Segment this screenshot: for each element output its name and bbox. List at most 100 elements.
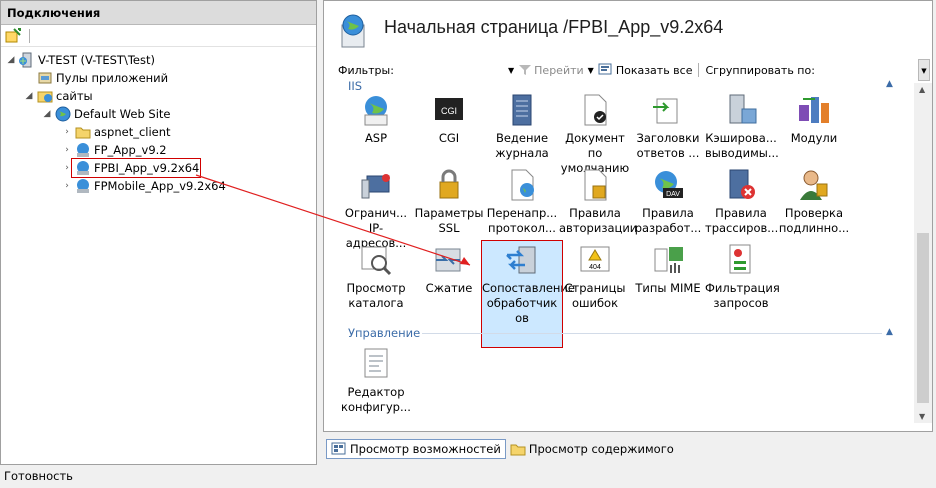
selected-node-highlight[interactable]: FPBI_App_v9.2x64 (70, 158, 202, 178)
collapse-icon[interactable]: ◢ (5, 55, 17, 65)
mime-types-icon (651, 243, 685, 277)
tab-content-view[interactable]: Просмотр содержимого (506, 439, 678, 459)
feature-handler-mappings[interactable]: Сопоставление обработчик ов (481, 240, 575, 348)
tree-node-server[interactable]: ◢ V-TEST (V-TEST\Test) (5, 51, 155, 69)
scroll-down-icon[interactable]: ▼ (919, 412, 925, 421)
feature-http-headers[interactable]: Заголовки ответов ... (632, 93, 704, 161)
tree-node-fpbi-app[interactable]: › FPBI_App_v9.2x64 (61, 158, 202, 178)
group-divider (422, 333, 882, 334)
feature-label: Типы MIME (635, 281, 701, 295)
feature-label: Кэширова... (705, 131, 777, 145)
tree-node-aspnet-client[interactable]: › aspnet_client (61, 123, 170, 141)
web-app-icon (75, 178, 91, 194)
configuration-editor-icon (359, 347, 393, 381)
feature-compression[interactable]: Сжатие (413, 243, 485, 296)
tree-node-fp-app[interactable]: › FP_App_v9.2 (61, 141, 167, 159)
feature-label: ASP (364, 131, 388, 145)
server-icon (19, 52, 35, 68)
feature-label: выводимы... (705, 146, 779, 160)
collapse-icon[interactable]: ◢ (23, 91, 35, 101)
feature-label: Параметры (414, 206, 484, 220)
request-filtering-icon (724, 243, 758, 277)
site-globe-icon (338, 13, 368, 49)
feature-request-filtering[interactable]: Фильтрация запросов (705, 243, 780, 311)
tree-node-fpmobile-app[interactable]: › FPMobile_App_v9.2x64 (61, 177, 226, 195)
expand-icon[interactable]: › (61, 127, 73, 137)
feature-ip-restrictions[interactable]: Огранич... IP-адресов... (340, 168, 412, 251)
compression-icon (432, 243, 466, 277)
asp-icon (359, 93, 393, 127)
feature-mime-types[interactable]: Типы MIME (632, 243, 704, 296)
feature-label: обработчик (486, 296, 558, 310)
modules-icon (797, 93, 831, 127)
funnel-icon (519, 65, 532, 75)
tree-node-app-pools[interactable]: Пулы приложений (23, 69, 168, 87)
tree-node-default-web-site[interactable]: ◢ Default Web Site (41, 105, 170, 123)
feature-label: авторизации (559, 221, 638, 235)
feature-directory-browsing[interactable]: Просмотр каталога (340, 243, 412, 311)
output-caching-icon (724, 93, 758, 127)
feature-label: журнала (495, 146, 549, 160)
default-document-icon (578, 93, 612, 127)
feature-label: Проверка (784, 206, 844, 220)
feature-error-pages[interactable]: 404 Страницы ошибок (559, 243, 631, 311)
feature-webdav[interactable]: DAV Правила разработ... (632, 168, 704, 236)
app-pool-icon (37, 70, 53, 86)
authentication-icon (797, 168, 831, 202)
feature-failed-request-tracing[interactable]: Правила трассиров... (705, 168, 779, 236)
feature-asp[interactable]: ASP (340, 93, 412, 146)
group-by-label[interactable]: Сгруппировать по: (705, 64, 814, 77)
feature-authorization-rules[interactable]: Правила авторизации (559, 168, 638, 236)
logging-icon (505, 93, 539, 127)
feature-label: конфигур... (341, 400, 411, 414)
feature-label: Фильтрация (705, 281, 780, 295)
filter-dropdown-icon[interactable]: ▼ (508, 66, 514, 75)
tab-features-view[interactable]: Просмотр возможностей (326, 439, 506, 459)
feature-logging[interactable]: Ведение журнала (486, 93, 558, 161)
expand-icon[interactable]: › (61, 181, 73, 191)
feature-ssl-settings[interactable]: Параметры SSL (413, 168, 485, 236)
feature-label: трассиров... (705, 221, 779, 235)
view-tabs: Просмотр возможностей Просмотр содержимо… (326, 438, 678, 460)
scroll-up-icon[interactable]: ▲ (919, 85, 925, 94)
feature-cgi[interactable]: CGI CGI (413, 93, 485, 146)
feature-redirect[interactable]: Перенапр... протокол... (486, 168, 558, 236)
connect-icon[interactable] (5, 27, 21, 44)
feature-label: Редактор (347, 385, 405, 399)
feature-label: Правила (569, 206, 621, 220)
toolbar-overflow-icon[interactable]: ▼ (918, 59, 930, 81)
http-headers-icon (651, 93, 685, 127)
collapse-group-icon[interactable]: ▲ (886, 79, 893, 89)
group-header-iis[interactable]: IIS (348, 79, 362, 93)
collapse-icon[interactable]: ◢ (41, 109, 53, 119)
expand-icon[interactable]: › (61, 145, 73, 155)
feature-authentication[interactable]: Проверка подлинно... (778, 168, 850, 236)
group-header-manage[interactable]: Управление (348, 326, 420, 340)
expand-icon[interactable]: › (61, 163, 73, 173)
tree-node-sites[interactable]: ◢ сайты (23, 87, 93, 105)
sites-folder-icon (37, 88, 53, 104)
collapse-group-icon[interactable]: ▲ (886, 327, 893, 337)
feature-label: Правила (715, 206, 767, 220)
features-view-icon (331, 442, 346, 455)
feature-modules[interactable]: Модули (778, 93, 850, 146)
go-button[interactable]: Перейти (518, 64, 584, 77)
feature-label: Сжатие (425, 281, 473, 295)
show-all-button[interactable]: Показать все (598, 63, 692, 77)
feature-label: ошибок (571, 296, 619, 310)
feature-label: Ведение (495, 131, 549, 145)
feature-configuration-editor[interactable]: Редактор конфигур... (340, 347, 412, 415)
cgi-icon: CGI (432, 93, 466, 127)
feature-label: CGI (438, 131, 460, 145)
feature-label: разработ... (634, 221, 702, 235)
feature-label: ов (515, 311, 529, 325)
feature-label: Просмотр (346, 281, 406, 295)
feature-output-caching[interactable]: Кэширова... выводимы... (705, 93, 779, 161)
feature-default-document[interactable]: Документ по умолчанию (559, 93, 631, 176)
redirect-icon (505, 168, 539, 202)
scroll-thumb[interactable] (917, 233, 929, 403)
feature-label: подлинно... (778, 221, 850, 235)
vertical-scrollbar[interactable]: ▲ ▼ (914, 83, 932, 423)
connections-panel: Подключения ◢ V-TEST (V-TEST\Test) Пулы … (0, 0, 317, 465)
go-dropdown-icon[interactable]: ▼ (588, 66, 594, 75)
